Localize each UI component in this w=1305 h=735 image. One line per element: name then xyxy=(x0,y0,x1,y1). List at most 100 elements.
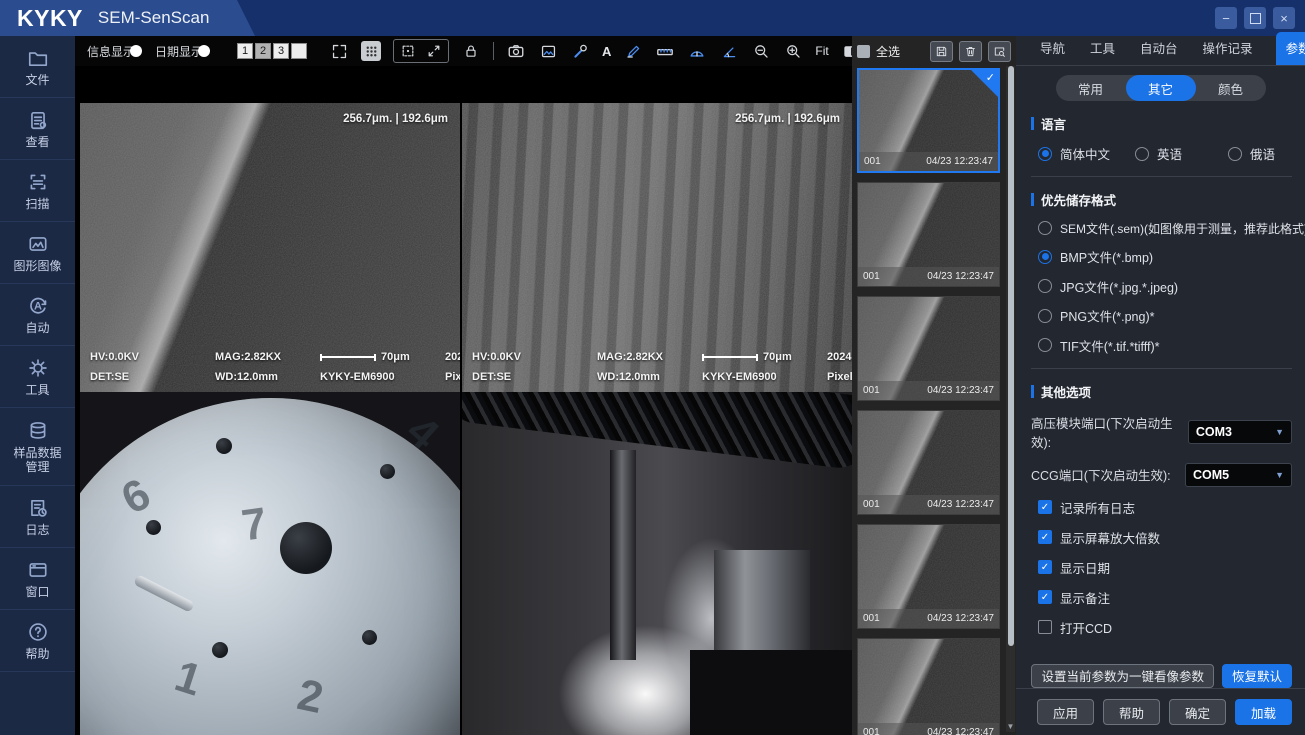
panel-tabs: 导航 工具 自动台 操作记录 参数设置 xyxy=(1016,32,1305,66)
thumbnail-item[interactable]: 001 04/23 12:23:47 xyxy=(857,638,1000,735)
radio-sem-format[interactable]: SEM文件(.sem)(如图像用于测量，推荐此格式) xyxy=(1038,220,1305,237)
hv-port-select[interactable]: COM3 ▼ xyxy=(1187,419,1292,444)
delete-icon[interactable] xyxy=(959,40,982,62)
fullscreen-icon[interactable] xyxy=(329,41,349,61)
chamber-column xyxy=(610,450,636,660)
image-viewport: 256.7μm. | 192.6μm HV:0.0KV MAG:2.82KX 7… xyxy=(75,66,852,735)
ccg-port-select[interactable]: COM5 ▼ xyxy=(1185,462,1292,487)
section-title: 优先储存格式 xyxy=(1041,194,1117,208)
tab-auto-stage[interactable]: 自动台 xyxy=(1138,38,1180,65)
scale-bar-line xyxy=(320,353,376,361)
scrollbar-thumb[interactable] xyxy=(1007,66,1014,646)
sem-image-right[interactable]: 256.7μm. | 192.6μm HV:0.0KV MAG:2.82KX 7… xyxy=(462,103,852,392)
close-icon[interactable]: × xyxy=(1273,7,1295,29)
thumbnail-scrollbar[interactable]: ▼ xyxy=(1006,66,1015,732)
checkbox-label: 打开CCD xyxy=(1060,621,1113,636)
thumbnail-time: 04/23 12:23:47 xyxy=(927,613,994,624)
apply-button[interactable]: 应用 xyxy=(1037,699,1094,725)
view-2-button[interactable]: 2 xyxy=(255,43,272,59)
checkbox-open-ccd[interactable]: 打开CCD xyxy=(1038,618,1305,637)
sidebar-item-file[interactable]: 文件 xyxy=(0,36,75,98)
kyky-logo: KYKY xyxy=(17,4,83,31)
sub-tab-other[interactable]: 其它 xyxy=(1125,75,1196,101)
selection-box-icon[interactable] xyxy=(398,41,418,61)
storage-section-header: 优先储存格式 xyxy=(1031,190,1305,209)
view-count-buttons: 1 2 3 xyxy=(237,43,308,59)
tab-operation-log[interactable]: 操作记录 xyxy=(1201,38,1255,65)
checkbox-show-note[interactable]: ✓ 显示备注 xyxy=(1038,588,1305,607)
grid-icon[interactable] xyxy=(361,41,382,61)
stage-hole xyxy=(362,630,377,645)
ok-button[interactable]: 确定 xyxy=(1169,699,1226,725)
sidebar-item-label: 日志 xyxy=(25,522,50,537)
stage-camera-image[interactable]: 4 6 7 1 2 xyxy=(80,392,460,735)
view-1-button[interactable]: 1 xyxy=(237,43,254,59)
export-icon[interactable] xyxy=(988,40,1011,62)
folder-icon xyxy=(28,51,47,66)
save-icon[interactable] xyxy=(930,40,953,62)
ruler-icon[interactable] xyxy=(655,41,675,61)
radio-label: TIF文件(*.tif.*tifff)* xyxy=(1060,339,1160,354)
chevron-down-icon: ▼ xyxy=(1275,469,1284,480)
thumbnail-header: 全选 xyxy=(852,36,1016,66)
sidebar-item-label: 工具 xyxy=(25,382,50,397)
thumbnail-item[interactable]: 001 04/23 12:23:47 xyxy=(857,182,1000,287)
text-annotation-icon[interactable]: A xyxy=(602,44,611,59)
protractor-icon[interactable] xyxy=(687,41,707,61)
sidebar-item-label: 扫描 xyxy=(25,196,50,211)
radio-english[interactable]: 英语 xyxy=(1135,144,1228,163)
sidebar-item-auto[interactable]: A 自动 xyxy=(0,284,75,346)
thumbnail-item[interactable]: ✓ 001 04/23 12:23:47 xyxy=(857,68,1000,173)
radio-bmp-format[interactable]: BMP文件(*.bmp) xyxy=(1038,247,1305,266)
chamber-camera-image[interactable] xyxy=(462,392,852,735)
maximize-view-icon[interactable] xyxy=(424,41,444,61)
tab-navigation[interactable]: 导航 xyxy=(1038,38,1067,65)
sub-tab-color[interactable]: 颜色 xyxy=(1196,75,1266,101)
checkbox-log-all[interactable]: ✓ 记录所有日志 xyxy=(1038,498,1305,517)
fit-button[interactable]: Fit xyxy=(815,44,828,58)
view-4-button[interactable] xyxy=(291,43,308,59)
thumbnail-item[interactable]: 001 04/23 12:23:47 xyxy=(857,296,1000,401)
tab-parameter-settings[interactable]: 参数设置 xyxy=(1275,32,1305,65)
view-3-button[interactable]: 3 xyxy=(273,43,290,59)
sidebar-item-tools[interactable]: 工具 xyxy=(0,346,75,408)
zoom-out-icon[interactable] xyxy=(751,41,771,61)
tab-tools[interactable]: 工具 xyxy=(1088,38,1117,65)
zoom-in-icon[interactable] xyxy=(783,41,803,61)
set-current-preset-button[interactable]: 设置当前参数为一键看像参数 xyxy=(1031,663,1214,688)
load-button[interactable]: 加载 xyxy=(1235,699,1292,725)
radio-tif-format[interactable]: TIF文件(*.tif.*tifff)* xyxy=(1038,336,1305,355)
sidebar-item-view[interactable]: 查看 xyxy=(0,98,75,160)
sidebar-item-help[interactable]: 帮助 xyxy=(0,610,75,672)
thumbnail-item[interactable]: 001 04/23 12:23:47 xyxy=(857,410,1000,515)
radio-simplified-chinese[interactable]: 简体中文 xyxy=(1038,144,1135,163)
sem-image-left[interactable]: 256.7μm. | 192.6μm HV:0.0KV MAG:2.82KX 7… xyxy=(80,103,460,392)
sidebar-item-window[interactable]: 窗口 xyxy=(0,548,75,610)
scale-bar: 70μm xyxy=(702,351,827,363)
angle-icon[interactable] xyxy=(719,41,739,61)
draw-pen-icon[interactable] xyxy=(623,41,643,61)
sidebar-item-sample-data[interactable]: 样品数据 管理 xyxy=(0,408,75,486)
thumbnail-item[interactable]: 001 04/23 12:23:47 xyxy=(857,524,1000,629)
hv-port-row: 高压模块端口(下次启动生效): COM3 ▼ xyxy=(1031,413,1292,451)
sidebar-item-log[interactable]: 日志 xyxy=(0,486,75,548)
sidebar-item-graphics[interactable]: 图形图像 xyxy=(0,222,75,284)
select-all-checkbox[interactable] xyxy=(857,44,870,58)
scrollbar-down-arrow[interactable]: ▼ xyxy=(1006,722,1015,731)
tools-wrench-icon[interactable] xyxy=(570,41,590,61)
radio-jpg-format[interactable]: JPG文件(*.jpg.*.jpeg) xyxy=(1038,277,1305,296)
lock-icon[interactable] xyxy=(461,41,481,61)
camera-icon[interactable] xyxy=(506,41,526,61)
sub-tab-common[interactable]: 常用 xyxy=(1056,75,1126,101)
sidebar-item-scan[interactable]: 扫描 xyxy=(0,160,75,222)
radio-png-format[interactable]: PNG文件(*.png)* xyxy=(1038,306,1305,325)
save-image-icon[interactable] xyxy=(538,41,558,61)
checkbox-show-screen-mag[interactable]: ✓ 显示屏幕放大倍数 xyxy=(1038,528,1305,547)
restore-default-button[interactable]: 恢复默认 xyxy=(1221,663,1292,688)
help-button[interactable]: 帮助 xyxy=(1103,699,1160,725)
radio-russian[interactable]: 俄语 xyxy=(1228,144,1275,163)
maximize-icon[interactable] xyxy=(1244,7,1266,29)
window-icon xyxy=(28,562,47,577)
minimize-icon[interactable]: − xyxy=(1215,7,1237,29)
checkbox-show-date[interactable]: ✓ 显示日期 xyxy=(1038,558,1305,577)
